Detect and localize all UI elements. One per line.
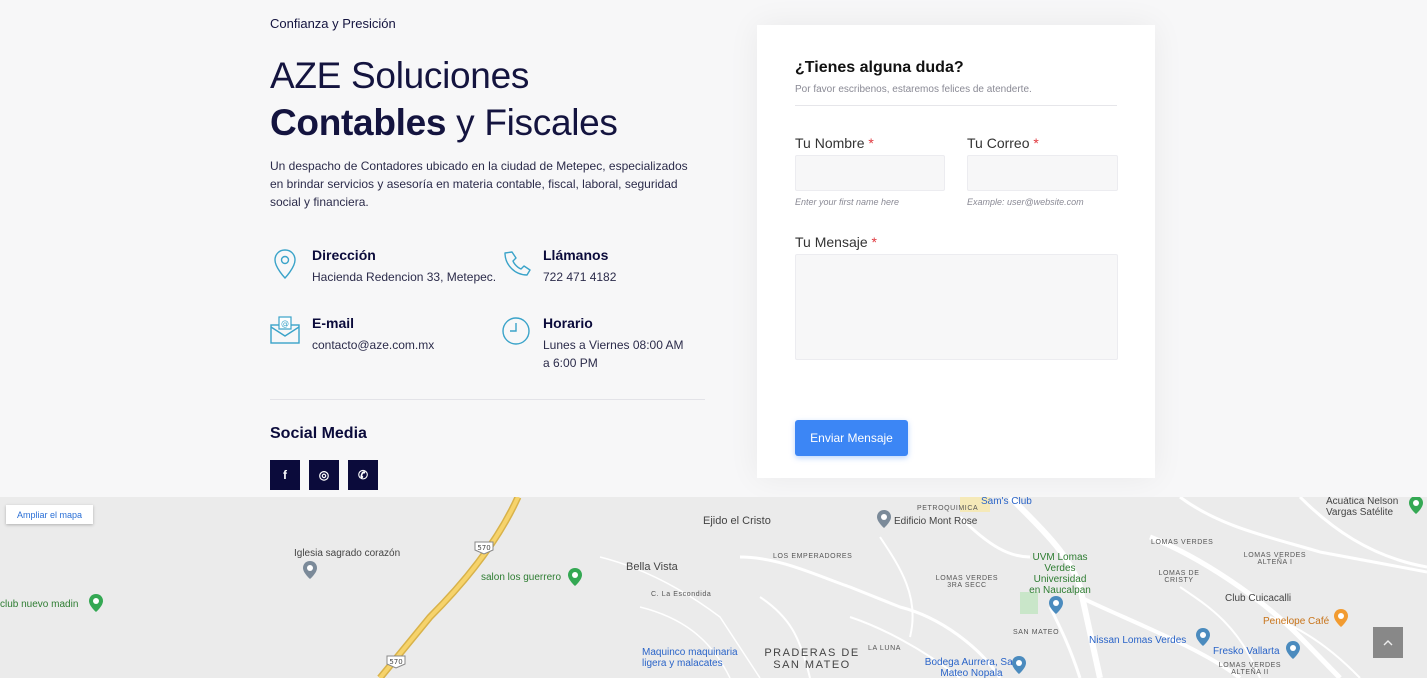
map-label: PRADERAS DE SAN MATEO — [764, 647, 860, 671]
map-label: LOMAS VERDES 3RA SECC — [935, 575, 999, 589]
map-label: UVM Lomas Verdes Universidad en Naucalpa… — [1029, 552, 1091, 596]
name-label: Tu Nombre * — [795, 135, 874, 151]
shop-pin-icon — [1286, 641, 1300, 659]
email-label-text: Tu Correo — [967, 135, 1030, 151]
name-label-text: Tu Nombre — [795, 135, 865, 151]
social-links: f ◎ ✆ — [270, 460, 378, 490]
cafe-pin-icon — [1334, 609, 1348, 627]
shop-pin-icon — [1196, 628, 1210, 646]
phone-icon — [504, 251, 531, 276]
map-label: LA LUNA — [868, 645, 901, 652]
map-label: Bodega Aurrera, San Mateo Nopala — [924, 657, 1019, 678]
address-value: Hacienda Redencion 33, Metepec. — [312, 270, 497, 284]
church-pin-icon — [303, 561, 317, 579]
social-title: Social Media — [270, 425, 367, 442]
form-subheading: Por favor escribenos, estaremos felices … — [795, 84, 1032, 95]
enlarge-map-button[interactable]: Ampliar el mapa — [6, 505, 93, 524]
message-textarea[interactable] — [795, 254, 1118, 360]
title-end: y Fiscales — [446, 102, 618, 143]
map-label: Sam's Club — [981, 497, 1032, 507]
email-value[interactable]: contacto@aze.com.mx — [312, 336, 434, 354]
hours-title: Horario — [543, 315, 593, 331]
map-label: Acuática Nelson Vargas Satélite — [1326, 497, 1399, 518]
recreation-pin-icon — [1409, 497, 1423, 514]
svg-text:@: @ — [281, 319, 289, 328]
hero-description: Un despacho de Contadores ubicado en la … — [270, 159, 688, 209]
phone-block: Llámanos 722 471 4182 — [501, 247, 616, 286]
contact-form-card: ¿Tienes alguna duda? Por favor escribeno… — [757, 25, 1155, 478]
map-label: LOMAS VERDES ALTEÑA II — [1218, 662, 1282, 676]
building-pin-icon — [877, 510, 891, 528]
phone-title: Llámanos — [543, 247, 609, 263]
map-label: LOMAS DE CRISTY — [1158, 570, 1200, 584]
hours-block: Horario Lunes a Viernes 08:00 AM a 6:00 … — [501, 315, 693, 372]
hours-value: Lunes a Viernes 08:00 AM a 6:00 PM — [543, 338, 684, 370]
name-hint: Enter your first name here — [795, 197, 900, 207]
required-mark: * — [871, 234, 877, 250]
map-label: Iglesia sagrado corazón — [294, 548, 401, 559]
road-shield-label: 570 — [477, 544, 490, 552]
email-title: E-mail — [312, 315, 355, 331]
required-mark: * — [1033, 135, 1039, 151]
form-divider — [795, 105, 1117, 106]
address-title: Dirección — [312, 247, 376, 263]
shop-pin-icon — [1012, 656, 1026, 674]
email-label: Tu Correo * — [967, 135, 1039, 151]
map-label: Edificio Mont Rose — [894, 516, 978, 527]
map-label: Fresko Vallarta — [1213, 646, 1280, 657]
road-shield-label: 570 — [389, 658, 402, 666]
envelope-icon: @ — [270, 316, 300, 344]
scroll-to-top-button[interactable] — [1373, 627, 1403, 658]
map-label: LOS EMPERADORES — [773, 553, 853, 560]
map-label: club nuevo madin — [0, 599, 79, 610]
message-label: Tu Mensaje * — [795, 234, 877, 250]
map-label: Maquinco maquinaria ligera y malacates — [642, 647, 738, 669]
address-block: Dirección Hacienda Redencion 33, Metepec… — [270, 247, 496, 286]
send-message-button[interactable]: Enviar Mensaje — [795, 420, 908, 456]
map-label: Ejido el Cristo — [703, 515, 771, 527]
map-label: LOMAS VERDES ALTEÑA I — [1243, 552, 1307, 566]
title-bold: Contables — [270, 102, 447, 143]
divider — [270, 399, 705, 400]
road-shield-icon: 570 — [474, 541, 494, 555]
whatsapp-icon[interactable]: ✆ — [348, 460, 378, 490]
embedded-map[interactable]: Ampliar el mapa Ejido el Cristo Edificio… — [0, 497, 1427, 678]
form-heading: ¿Tienes alguna duda? — [795, 59, 964, 76]
email-field[interactable] — [967, 155, 1118, 191]
map-label: LOMAS VERDES — [1151, 539, 1214, 546]
page-title: AZE Soluciones Contables y Fiscales — [270, 52, 710, 146]
road-shield-icon: 570 — [386, 655, 406, 669]
map-label: Bella Vista — [626, 561, 678, 573]
map-label: PETROQUIMICA — [917, 505, 979, 512]
name-field[interactable] — [795, 155, 945, 191]
location-pin-icon — [274, 249, 296, 280]
phone-value[interactable]: 722 471 4182 — [543, 268, 616, 286]
chevron-up-icon — [1383, 639, 1393, 645]
email-hint: Example: user@website.com — [967, 197, 1084, 207]
message-label-text: Tu Mensaje — [795, 234, 868, 250]
map-label: salon los guerrero — [481, 572, 562, 583]
facebook-icon[interactable]: f — [270, 460, 300, 490]
hero-kicker: Confianza y Presición — [270, 16, 396, 31]
school-pin-icon — [1049, 596, 1063, 614]
map-label: C. La Escondida — [651, 591, 712, 598]
map-label: Club Cuicacalli — [1225, 593, 1292, 604]
required-mark: * — [868, 135, 874, 151]
clock-icon — [502, 317, 530, 345]
map-label: SAN MATEO — [1013, 629, 1060, 636]
map-label: Nissan Lomas Verdes — [1089, 635, 1187, 646]
instagram-icon[interactable]: ◎ — [309, 460, 339, 490]
park-pin-icon — [568, 568, 582, 586]
park-pin-icon — [89, 594, 103, 612]
email-block: @ E-mail contacto@aze.com.mx — [270, 315, 434, 354]
title-light: AZE Soluciones — [270, 55, 530, 96]
map-label: Penelope Café — [1263, 616, 1330, 627]
